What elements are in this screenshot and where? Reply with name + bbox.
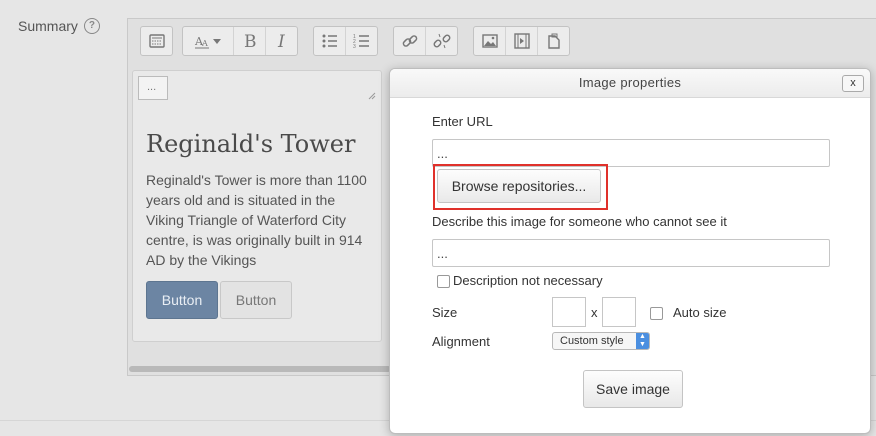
summary-label: Summary xyxy=(18,18,78,34)
horizontal-scrollbar[interactable] xyxy=(129,366,391,372)
font-style-icon[interactable]: AA xyxy=(183,27,234,55)
bold-icon[interactable]: B xyxy=(234,27,266,55)
content-default-button[interactable]: Button xyxy=(220,281,292,319)
summary-label-row: Summary ? xyxy=(18,18,100,34)
media-icon[interactable] xyxy=(506,27,538,55)
image-icon[interactable] xyxy=(474,27,506,55)
resize-handle-icon[interactable] xyxy=(368,92,376,100)
svg-text:B: B xyxy=(244,32,257,50)
svg-text:A: A xyxy=(201,39,208,48)
chevron-updown-icon: ▲ ▼ xyxy=(636,333,649,349)
svg-text:I: I xyxy=(277,32,285,50)
size-label: Size xyxy=(432,305,458,320)
size-separator: x xyxy=(591,305,598,320)
url-label: Enter URL xyxy=(432,114,493,129)
alignment-label: Alignment xyxy=(432,334,490,349)
content-primary-button[interactable]: Button xyxy=(146,281,218,319)
alignment-select[interactable]: Custom style ▲ ▼ xyxy=(552,332,650,350)
toolbar-group-5 xyxy=(473,26,570,56)
toolbar-group-4 xyxy=(393,26,458,56)
content-heading: Reginald's Tower xyxy=(146,130,356,158)
numbered-list-icon[interactable]: 123 xyxy=(346,27,377,55)
alt-text-label: Describe this image for someone who cann… xyxy=(432,214,727,229)
close-button[interactable]: x xyxy=(842,75,864,92)
help-icon[interactable]: ? xyxy=(83,18,100,34)
link-icon[interactable] xyxy=(394,27,426,55)
toolbar-group-2: AA B I xyxy=(182,26,298,56)
svg-text:3: 3 xyxy=(353,44,356,50)
file-manager-icon[interactable] xyxy=(538,27,569,55)
dialog-title: Image properties xyxy=(578,75,682,90)
alignment-select-value: Custom style xyxy=(560,335,624,347)
unlink-icon[interactable] xyxy=(426,27,457,55)
save-image-button[interactable]: Save image xyxy=(583,370,683,408)
url-input[interactable]: ... xyxy=(432,139,830,167)
broken-image-alt: ... xyxy=(147,81,157,93)
image-properties-dialog: Image properties x Enter URL ... Browse … xyxy=(389,68,871,434)
toolbar-group-3: 123 xyxy=(313,26,378,56)
italic-icon[interactable]: I xyxy=(266,27,297,55)
content-paragraph: Reginald's Tower is more than 1100 years… xyxy=(146,172,367,268)
auto-size-checkbox[interactable] xyxy=(650,307,663,320)
height-input[interactable] xyxy=(602,297,636,327)
width-input[interactable] xyxy=(552,297,586,327)
bullet-list-icon[interactable] xyxy=(314,27,346,55)
close-icon: x xyxy=(850,77,856,89)
toolbar-group-1 xyxy=(140,26,173,56)
broken-image-icon[interactable]: ... xyxy=(138,76,168,100)
description-not-necessary-checkbox[interactable] xyxy=(437,275,450,288)
auto-size-label: Auto size xyxy=(673,305,727,320)
browse-repositories-button[interactable]: Browse repositories... xyxy=(437,169,601,203)
alt-text-input[interactable]: ... xyxy=(432,239,830,267)
collapse-toolbar-icon[interactable] xyxy=(141,27,172,55)
description-not-necessary-label: Description not necessary xyxy=(453,273,603,288)
